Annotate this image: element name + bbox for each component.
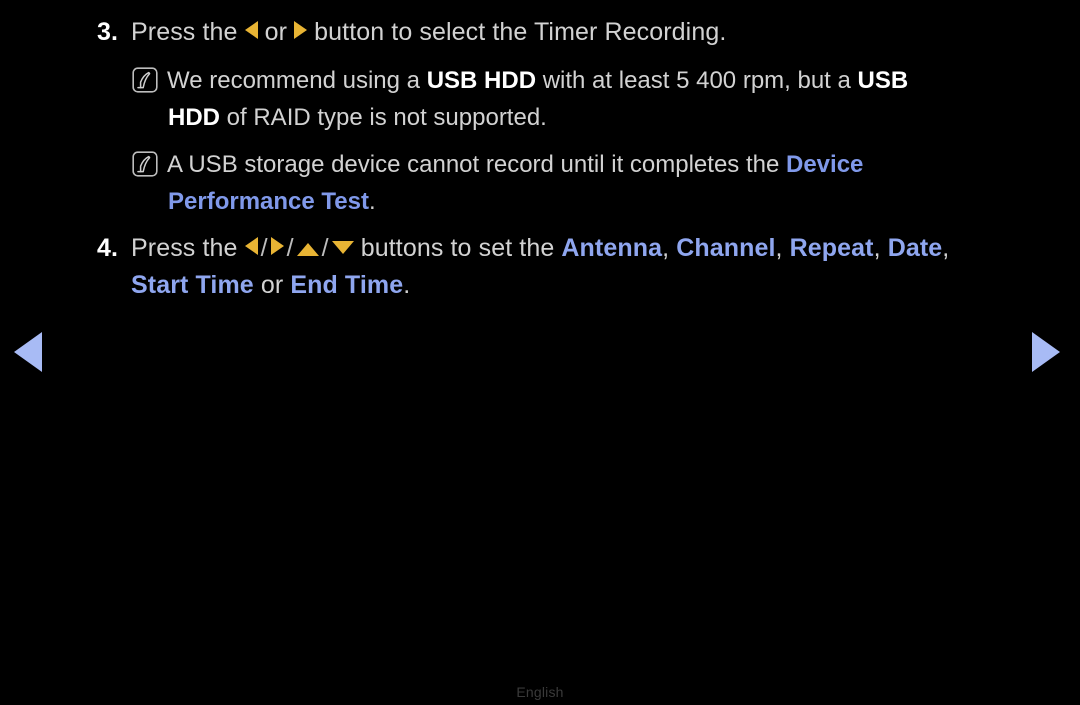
step-4-term-start-time: Start Time	[131, 271, 254, 299]
note-pencil-icon	[132, 67, 158, 93]
triangle-up-icon	[296, 243, 319, 256]
step-4-line-2: Start Time or End Time.	[131, 267, 410, 304]
step-4-lead: Press the	[131, 234, 238, 262]
step-4-comma-3: ,	[873, 234, 881, 262]
triangle-down-icon	[331, 241, 354, 254]
step-4-term-end-time: End Time	[290, 271, 404, 299]
note-2-link-performance-test: Performance Test	[168, 188, 369, 215]
triangle-right-icon	[294, 21, 308, 39]
previous-page-button[interactable]	[14, 332, 48, 372]
note-1-bold-usb: USB	[857, 67, 909, 94]
note-2-line-1: A USB storage device cannot record until…	[167, 151, 863, 178]
step-4-separator-2: /	[286, 234, 294, 262]
step-3-body: Press the or button to select the Timer …	[131, 18, 726, 46]
step-4: 4. Press the / / / buttons to set the Anten…	[97, 230, 949, 267]
step-3-conjunction: or	[264, 18, 288, 46]
step-4-comma-2: ,	[775, 234, 783, 262]
next-page-button[interactable]	[1032, 332, 1066, 372]
step-3-number: 3.	[97, 18, 119, 46]
note-2-link-device: Device	[786, 151, 864, 178]
note-1-line-2: HDD of RAID type is not supported.	[168, 99, 547, 136]
step-4-middle: buttons to set the	[360, 234, 555, 262]
step-4-term-antenna: Antenna	[561, 234, 663, 262]
chevron-right-icon	[1032, 332, 1060, 372]
step-4-comma-4: ,	[942, 234, 950, 262]
note-1-mid: with at least 5 400 rpm, but a	[536, 67, 858, 94]
step-4-period: .	[403, 271, 411, 299]
step-3: 3. Press the or button to select the Time…	[97, 14, 726, 51]
note-pencil-icon	[132, 151, 158, 177]
emanual-screen: 3. Press the or button to select the Time…	[0, 0, 1080, 705]
note-2: A USB storage device cannot record until…	[132, 146, 1012, 183]
note-1-line-2-tail: of RAID type is not supported.	[220, 104, 547, 131]
note-1-pre: We recommend using a	[167, 67, 427, 94]
step-4-term-date: Date	[887, 234, 943, 262]
note-2-line-2-tail: .	[368, 188, 376, 215]
chevron-left-icon	[14, 332, 42, 372]
note-2-line-2: Performance Test.	[168, 183, 376, 220]
triangle-right-icon	[270, 237, 284, 255]
step-4-term-channel: Channel	[676, 234, 776, 262]
step-3-tail: button to select the Timer Recording.	[314, 18, 727, 46]
step-4-number: 4.	[97, 234, 119, 262]
step-4-or: or	[260, 271, 284, 299]
step-3-lead: Press the	[131, 18, 238, 46]
triangle-left-icon	[244, 21, 258, 39]
note-1-line-1: We recommend using a USB HDD with at lea…	[167, 67, 908, 94]
note-1-bold-usb-hdd: USB HDD	[426, 67, 537, 94]
step-4-separator-1: /	[260, 234, 268, 262]
step-4-body: Press the / / / buttons to set the Antenna…	[131, 234, 949, 262]
triangle-left-icon	[244, 237, 258, 255]
step-4-term-repeat: Repeat	[789, 234, 874, 262]
step-4-separator-3: /	[321, 234, 329, 262]
note-1-bold-hdd: HDD	[168, 104, 220, 131]
language-label: English	[516, 684, 564, 700]
note-2-pre: A USB storage device cannot record until…	[167, 151, 786, 178]
note-1: We recommend using a USB HDD with at lea…	[132, 62, 1012, 99]
step-4-comma-1: ,	[662, 234, 670, 262]
